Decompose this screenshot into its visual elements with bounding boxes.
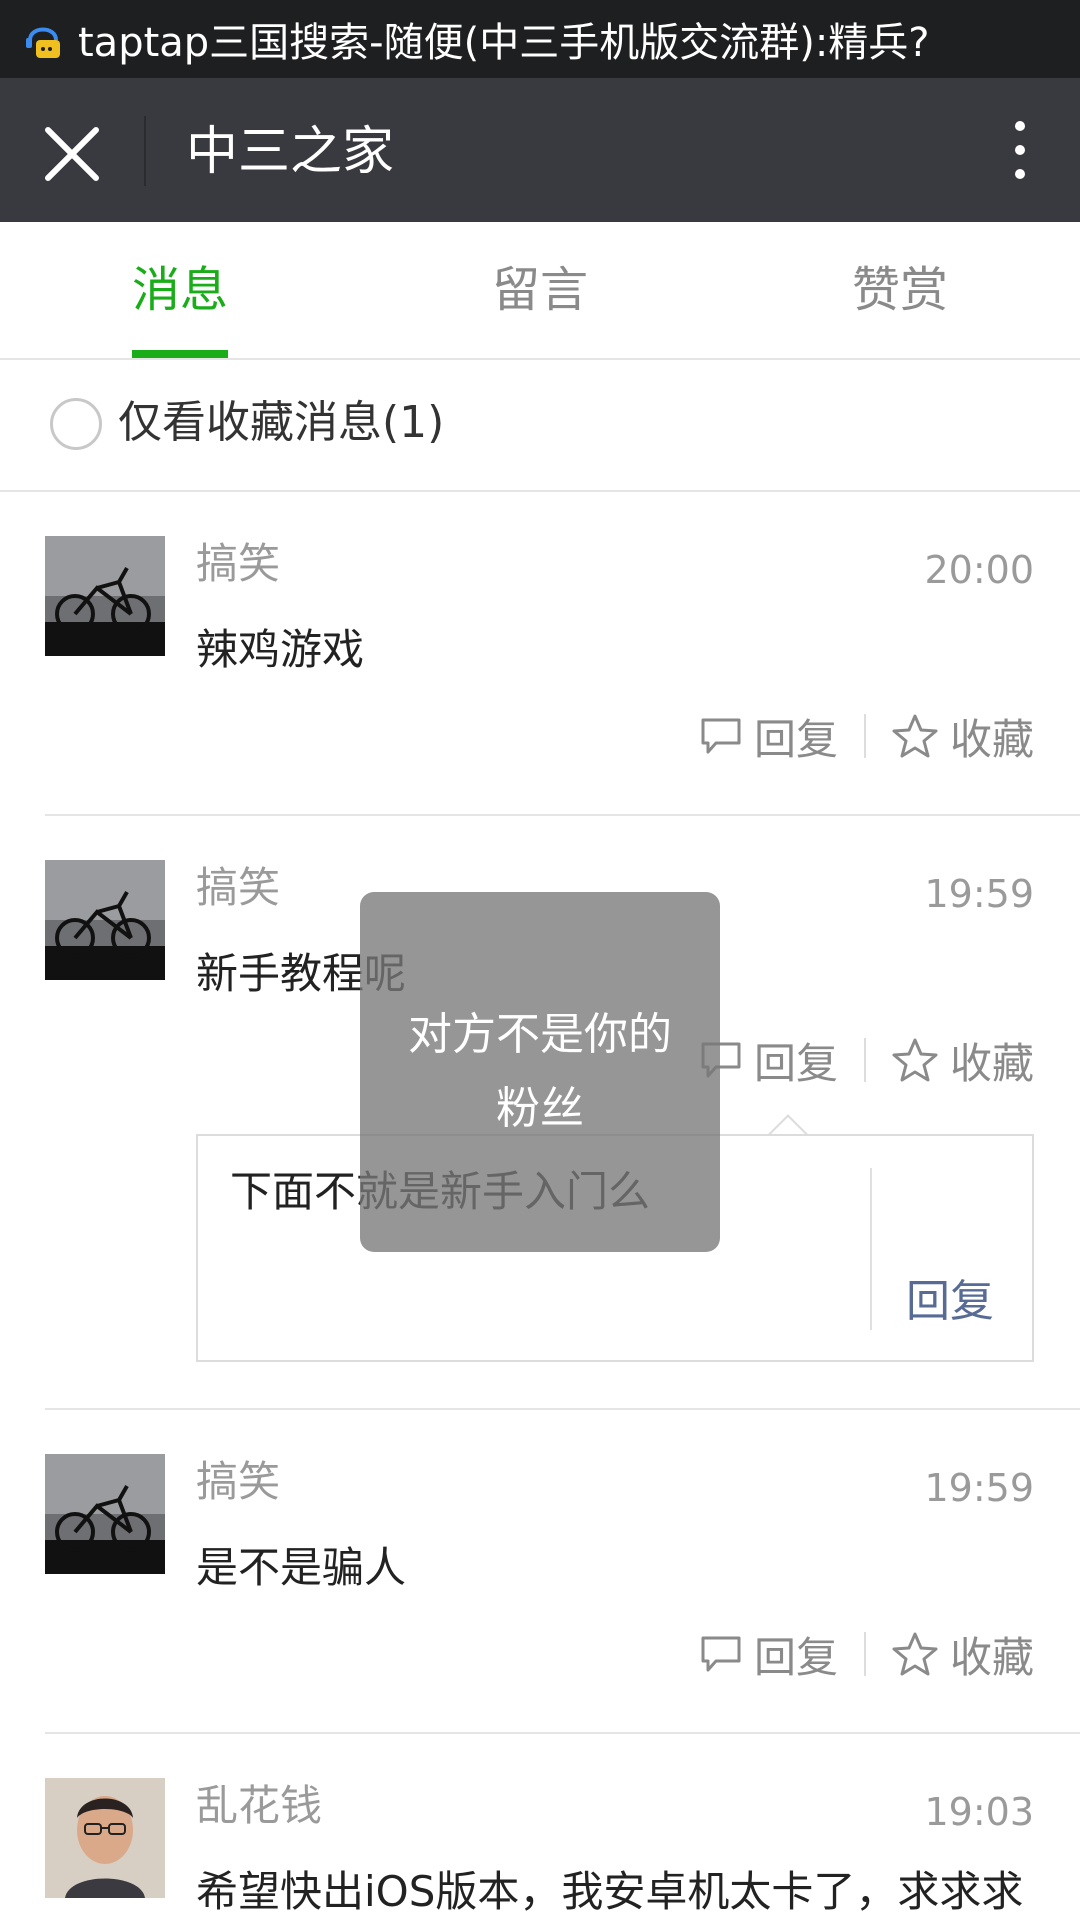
star-icon [892,1038,938,1082]
favorite-button[interactable]: 收藏 [892,1624,1034,1685]
action-divider [863,1038,866,1082]
message-time: 19:59 [924,1466,1034,1510]
tab-bar: 消息 留言 赞赏 [0,222,1080,360]
notification-bar[interactable]: taptap三国搜索-随便(中三手机版交流群):精兵? [0,0,1080,78]
tab-comments[interactable]: 留言 [360,222,720,358]
favorites-only-label: 仅看收藏消息(1) [118,397,445,448]
tab-rewards[interactable]: 赞赏 [720,222,1080,358]
favorites-only-radio[interactable] [50,398,102,450]
bicycle-avatar-image [45,860,165,980]
bicycle-avatar-image [45,536,165,656]
notification-text: taptap三国搜索-随便(中三手机版交流群):精兵? [78,20,930,66]
message-time: 19:03 [924,1790,1034,1834]
favorite-button[interactable]: 收藏 [892,1030,1034,1091]
favorite-button[interactable]: 收藏 [892,706,1034,767]
action-divider [863,714,866,758]
reply-box-divider [870,1168,872,1330]
comment-icon [701,1636,741,1672]
sender-name: 搞笑 [196,539,281,588]
avatar[interactable] [45,1454,165,1574]
message-content: 辣鸡游戏 [196,625,365,674]
reply-button[interactable]: 回复 [700,1624,838,1685]
reply-button[interactable]: 回复 [700,1030,838,1091]
item-divider [45,1408,1080,1410]
reply-submit-button[interactable]: 回复 [906,1272,994,1332]
bicycle-avatar-image [45,1454,165,1574]
message-content: 是不是骗人 [196,1543,407,1592]
comment-icon [701,718,741,754]
message-actions: 回复 收藏 [700,706,1034,766]
reply-label: 回复 [753,714,838,764]
tab-messages[interactable]: 消息 [0,222,360,358]
more-vertical-icon[interactable] [1000,118,1040,182]
sender-name: 搞笑 [196,1457,281,1506]
reply-label: 回复 [753,1632,838,1682]
message-time: 20:00 [924,548,1034,592]
favorites-filter[interactable]: 仅看收藏消息(1) [0,360,1080,492]
toast-message: 对方不是你的粉丝 [360,892,720,1252]
sender-name: 乱花钱 [196,1781,323,1830]
reply-button[interactable]: 回复 [700,706,838,767]
avatar[interactable] [45,1778,165,1898]
message-content: 希望快出iOS版本，我安卓机太卡了，求求求 [196,1867,1024,1916]
item-divider [45,1732,1080,1734]
message-time: 19:59 [924,872,1034,916]
page-title: 中三之家 [186,122,395,182]
reply-label: 回复 [753,1038,838,1088]
favorite-label: 收藏 [949,1632,1034,1682]
item-divider [45,814,1080,816]
star-icon [892,714,938,758]
favorite-label: 收藏 [949,1038,1034,1088]
action-divider [863,1632,866,1676]
active-tab-indicator [132,350,228,358]
close-icon[interactable] [40,122,104,186]
message-actions: 回复 收藏 [700,1030,1034,1090]
header-divider [144,116,146,186]
avatar[interactable] [45,536,165,656]
message-actions: 回复 收藏 [700,1624,1034,1684]
app-header: 中三之家 [0,78,1080,222]
favorite-label: 收藏 [949,714,1034,764]
avatar[interactable] [45,860,165,980]
star-icon [892,1632,938,1676]
person-avatar-image [45,1778,165,1898]
notification-bot-icon [26,27,60,58]
sender-name: 搞笑 [196,863,281,912]
